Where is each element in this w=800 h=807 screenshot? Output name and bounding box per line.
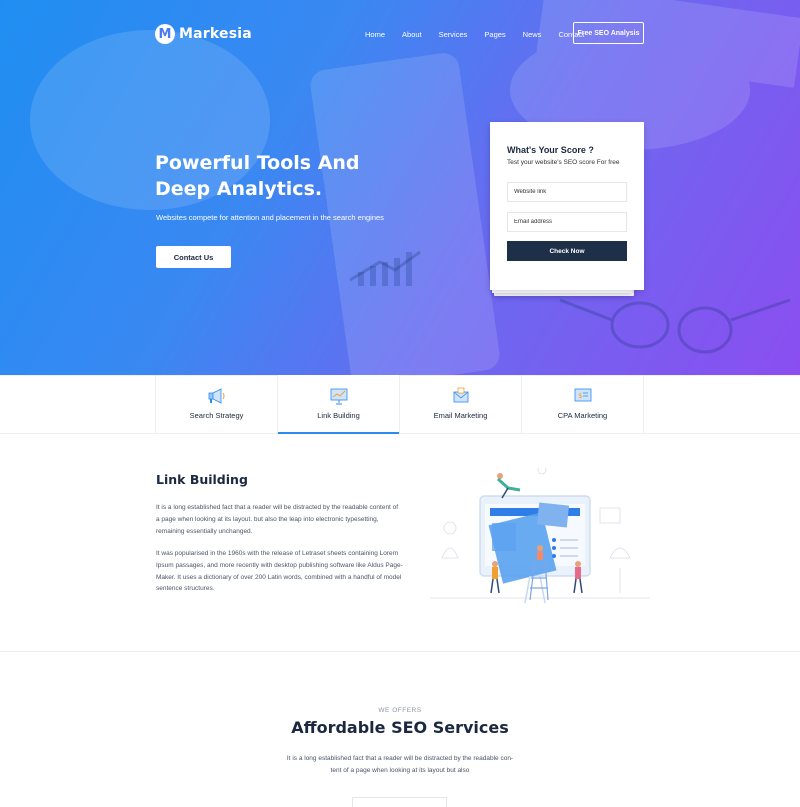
service-card-top-edge — [352, 797, 447, 807]
website-link-input[interactable] — [507, 182, 627, 202]
link-building-illustration — [430, 468, 650, 604]
hero-title-line-2: Deep Analytics. — [155, 178, 323, 200]
tab-label: Search Strategy — [189, 411, 244, 420]
link-building-title: Link Building — [156, 472, 248, 487]
tab-search-strategy[interactable]: Search Strategy — [156, 375, 278, 433]
paragraph-line: Maker. It uses a dictionary of over 200 … — [156, 573, 402, 581]
link-building-paragraph-1: It is a long established fact that a rea… — [156, 502, 416, 537]
presentation-chart-icon — [330, 388, 347, 405]
free-seo-analysis-button[interactable]: Free SEO Analysis — [573, 22, 644, 44]
tab-email-marketing[interactable]: Email Marketing — [400, 375, 522, 433]
tab-label: CPA Marketing — [557, 411, 608, 420]
tab-cpa-marketing[interactable]: $ CPA Marketing — [522, 375, 644, 433]
brand-logo[interactable]: M Markesia — [155, 22, 252, 46]
email-address-input[interactable] — [507, 212, 627, 232]
tab-link-building[interactable]: Link Building — [278, 375, 400, 434]
svg-text:$: $ — [578, 392, 582, 400]
offers-title: Affordable SEO Services — [291, 718, 509, 737]
paragraph-line: a page when looking at its layout. but a… — [156, 515, 379, 523]
contact-us-button[interactable]: Contact Us — [156, 246, 231, 268]
paragraph-line: Ipsum passages, and more recently with d… — [156, 561, 403, 569]
paragraph-line: sentence structures. — [156, 585, 215, 593]
hero-section: M Markesia Home About Services Pages New… — [0, 0, 800, 375]
check-now-button[interactable]: Check Now — [507, 241, 627, 261]
nav-link-services[interactable]: Services — [439, 30, 468, 39]
service-tabs: Search Strategy Link Building Email Mark… — [155, 375, 644, 434]
top-navigation: M Markesia Home About Services Pages New… — [155, 22, 645, 46]
paragraph-line: It was popularised in the 1960s with the… — [156, 550, 399, 557]
hero-title-line-1: Powerful Tools And — [155, 152, 360, 174]
tabs-bottom-border — [0, 433, 800, 434]
seo-score-form: What's Your Score ? Test your website's … — [490, 122, 644, 290]
envelope-icon — [453, 387, 468, 403]
logo-mark-icon: M — [155, 24, 175, 44]
paragraph-line: remaining essentially unchanged. — [156, 527, 253, 535]
nav-link-home[interactable]: Home — [365, 30, 385, 39]
offers-description: It is a long established fact that a rea… — [280, 753, 520, 777]
dollar-screen-icon: $ — [574, 388, 591, 402]
score-form-subtitle: Test your website's SEO score For free — [507, 159, 620, 166]
section-divider — [0, 651, 800, 652]
paragraph-line: It is a long established fact that a rea… — [286, 755, 514, 762]
paragraph-line: It is a long established fact that a rea… — [156, 504, 399, 511]
tab-label: Link Building — [317, 411, 360, 420]
nav-link-news[interactable]: News — [523, 30, 542, 39]
offers-kicker: WE OFFERS — [378, 707, 422, 714]
link-building-paragraph-2: It was popularised in the 1960s with the… — [156, 548, 416, 595]
main-menu: Home About Services Pages News Contact — [365, 22, 601, 46]
hero-title: Powerful Tools And Deep Analytics. — [155, 150, 415, 202]
megaphone-icon — [208, 388, 224, 404]
paragraph-line: tent of a page when looking at its layou… — [330, 767, 470, 774]
brand-name: Markesia — [179, 26, 252, 42]
score-form-title: What's Your Score ? — [507, 145, 594, 155]
nav-link-pages[interactable]: Pages — [484, 30, 505, 39]
tab-label: Email Marketing — [433, 411, 488, 420]
hero-subtitle: Websites compete for attention and place… — [156, 213, 384, 222]
nav-link-about[interactable]: About — [402, 30, 422, 39]
